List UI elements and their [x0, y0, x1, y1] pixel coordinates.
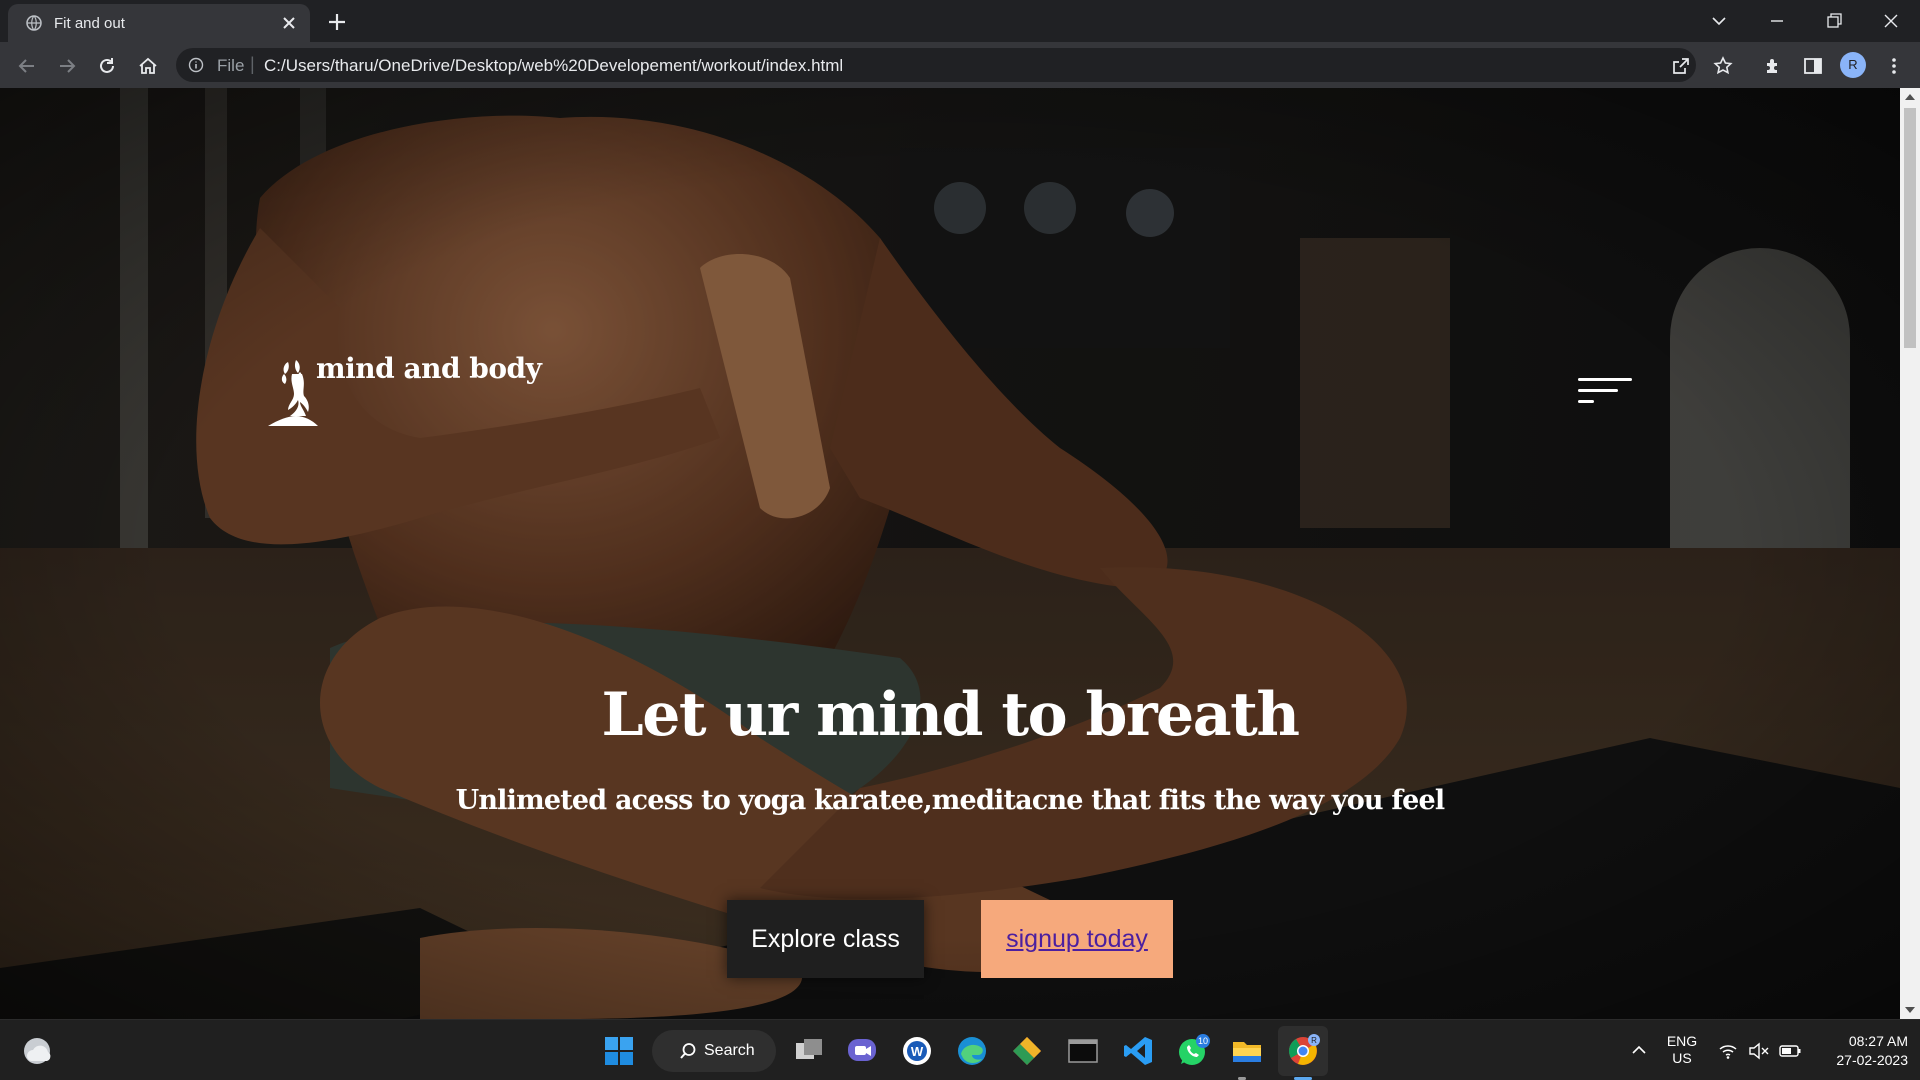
language-indicator[interactable]: ENG US [1660, 1033, 1704, 1067]
battery-icon[interactable] [1778, 1042, 1802, 1060]
scroll-down-arrow-icon[interactable] [1905, 1007, 1915, 1013]
back-icon[interactable] [16, 55, 38, 77]
lotus-tree-logo-icon[interactable] [264, 354, 322, 428]
region-code: US [1672, 1050, 1692, 1066]
url-scheme-label: File [217, 56, 245, 75]
vscode-icon[interactable] [1121, 1034, 1155, 1068]
windows-start-icon[interactable] [602, 1034, 636, 1068]
chrome-icon[interactable]: R [1286, 1034, 1320, 1068]
terminal-icon[interactable] [1066, 1034, 1100, 1068]
weather-icon[interactable] [20, 1034, 54, 1068]
menu-line-middle [1578, 389, 1618, 392]
clock-date: 27-02-2023 [1836, 1052, 1908, 1068]
vertical-scrollbar[interactable] [1900, 88, 1920, 1019]
scroll-thumb[interactable] [1904, 108, 1916, 348]
extensions-icon[interactable] [1762, 55, 1784, 77]
menu-line-top [1578, 378, 1632, 381]
file-explorer-icon[interactable] [1230, 1034, 1264, 1068]
address-bar[interactable]: File | C:/Users/tharu/OneDrive/Desktop/w… [176, 48, 1696, 82]
new-tab-icon[interactable] [326, 11, 348, 33]
show-hidden-icons-chevron-icon[interactable] [1630, 1043, 1648, 1057]
globe-icon [26, 15, 42, 31]
hero-subtitle: Unlimeted acess to yoga karatee,meditacn… [455, 785, 1446, 816]
more-menu-icon[interactable] [1883, 55, 1905, 77]
hamburger-menu-button[interactable] [1576, 376, 1634, 406]
browser-tab[interactable]: Fit and out [8, 4, 310, 42]
git-icon[interactable] [1010, 1034, 1044, 1068]
site-info-icon[interactable] [188, 57, 204, 73]
minimize-icon[interactable] [1765, 10, 1789, 32]
tab-title: Fit and out [54, 15, 125, 32]
clock[interactable]: 08:27 AM 27-02-2023 [1808, 1032, 1908, 1070]
url-text[interactable]: C:/Users/tharu/OneDrive/Desktop/web%20De… [264, 56, 843, 76]
page-viewport: mind and body Let ur mind to breath Unli… [0, 88, 1920, 1019]
browser-toolbar: File | C:/Users/tharu/OneDrive/Desktop/w… [0, 42, 1920, 88]
tab-search-chevron-icon[interactable] [1707, 10, 1731, 32]
hero-background-image [0, 88, 1900, 1019]
language-code: ENG [1666, 1033, 1698, 1049]
taskbar-search-label: Search [704, 1042, 755, 1059]
restore-icon[interactable] [1822, 10, 1846, 32]
whatsapp-icon[interactable]: 10 [1176, 1034, 1210, 1068]
teams-chat-icon[interactable] [845, 1034, 879, 1068]
speaker-muted-icon[interactable] [1748, 1042, 1770, 1060]
task-view-icon[interactable] [792, 1034, 826, 1068]
windows-taskbar: Search W 10 R ENG US 08:27 AM 27-02-2023 [0, 1019, 1920, 1080]
menu-line-bottom [1578, 400, 1594, 403]
svg-text:W: W [911, 1044, 924, 1059]
hero-title: Let ur mind to breath [601, 680, 1300, 750]
scroll-up-arrow-icon[interactable] [1905, 94, 1915, 100]
edge-icon[interactable] [955, 1034, 989, 1068]
whatsapp-badge: 10 [1198, 1036, 1208, 1046]
bookmark-star-icon[interactable] [1712, 55, 1734, 77]
brand-name[interactable]: mind and body [316, 352, 542, 385]
search-icon [680, 1043, 696, 1059]
chrome-profile-badge: R [1311, 1036, 1317, 1045]
side-panel-icon[interactable] [1802, 55, 1824, 77]
close-tab-icon[interactable] [280, 14, 298, 32]
profile-avatar[interactable]: R [1840, 52, 1866, 78]
taskbar-search[interactable]: Search [652, 1030, 776, 1072]
share-icon[interactable] [1670, 55, 1692, 77]
forward-icon[interactable] [56, 55, 78, 77]
explore-class-button[interactable]: Explore class [727, 900, 924, 978]
close-window-icon[interactable] [1879, 10, 1903, 32]
wifi-icon[interactable] [1718, 1042, 1738, 1060]
clock-time: 08:27 AM [1848, 1033, 1908, 1049]
signup-today-button[interactable]: signup today [981, 900, 1173, 978]
browser-tabstrip: Fit and out [0, 0, 1920, 42]
url-separator: | [250, 54, 255, 74]
reload-icon[interactable] [96, 55, 118, 77]
word-icon[interactable]: W [900, 1034, 934, 1068]
home-icon[interactable] [137, 55, 159, 77]
